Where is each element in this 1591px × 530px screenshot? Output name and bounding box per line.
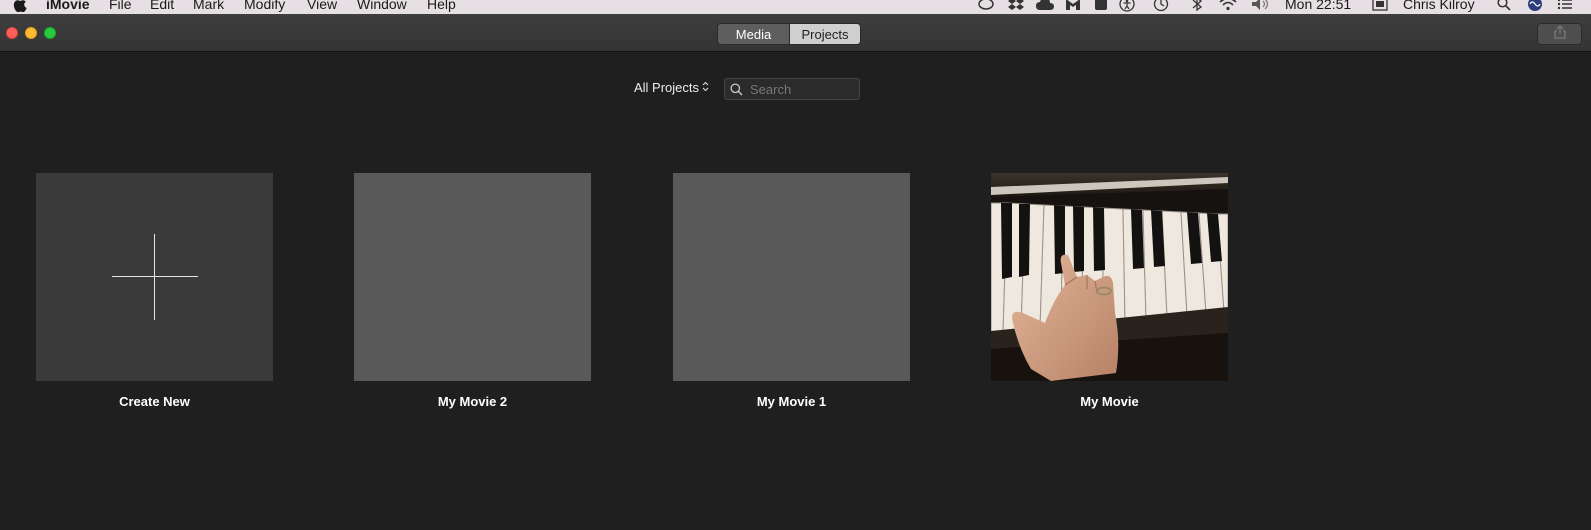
project-thumbnail[interactable] — [354, 173, 591, 381]
search-icon — [730, 81, 746, 97]
project-thumbnail[interactable] — [991, 173, 1228, 381]
piano-video-thumbnail — [991, 173, 1228, 381]
window-minimize-button[interactable] — [25, 27, 37, 39]
siri-icon[interactable] — [1526, 0, 1544, 13]
share-icon — [1553, 24, 1566, 44]
create-new-thumbnail[interactable] — [36, 173, 273, 381]
volume-icon[interactable] — [1251, 0, 1269, 13]
menu-user-name[interactable]: Chris Kilroy — [1403, 0, 1475, 12]
menu-clock[interactable]: Mon 22:51 — [1285, 0, 1351, 12]
share-button[interactable] — [1537, 23, 1582, 45]
search-field[interactable] — [724, 78, 860, 100]
window-zoom-button[interactable] — [44, 27, 56, 39]
window-toolbar: Media Projects — [0, 14, 1591, 52]
menu-mark[interactable]: Mark — [193, 0, 224, 12]
project-filter-label: All Projects — [634, 80, 700, 95]
project-tile-create-new[interactable]: Create New — [36, 173, 273, 409]
notification-center-icon[interactable] — [1556, 0, 1574, 13]
dropbox-icon[interactable] — [1007, 0, 1025, 13]
project-tile-my-movie-2[interactable]: My Movie 2 — [354, 173, 591, 409]
menu-bar: iMovie File Edit Mark Modify View Window… — [0, 0, 1591, 14]
menu-modify[interactable]: Modify — [244, 0, 285, 12]
spotlight-search-icon[interactable] — [1495, 0, 1513, 13]
plus-icon — [112, 276, 198, 277]
menu-help[interactable]: Help — [427, 0, 456, 12]
search-input[interactable] — [750, 81, 858, 97]
project-tile-my-movie[interactable]: My Movie — [991, 173, 1228, 409]
menu-window[interactable]: Window — [357, 0, 407, 12]
menu-edit[interactable]: Edit — [150, 0, 174, 12]
view-segmented-control: Media Projects — [717, 23, 861, 45]
cloud-upload-icon[interactable] — [1036, 0, 1054, 13]
project-label: Create New — [119, 394, 190, 409]
project-tile-my-movie-1[interactable]: My Movie 1 — [673, 173, 910, 409]
menu-view[interactable]: View — [307, 0, 337, 12]
window-close-button[interactable] — [6, 27, 18, 39]
bluetooth-icon[interactable] — [1188, 0, 1206, 13]
apple-menu-icon[interactable] — [12, 0, 28, 14]
malwarebytes-icon[interactable] — [1064, 0, 1082, 13]
project-thumbnail[interactable] — [673, 173, 910, 381]
wifi-icon[interactable] — [1219, 0, 1237, 13]
app-monitor-icon[interactable] — [1092, 0, 1110, 13]
keyboard-input-icon[interactable] — [1371, 0, 1389, 13]
project-label: My Movie 1 — [756, 394, 827, 409]
tab-media[interactable]: Media — [718, 24, 789, 44]
menu-app-name[interactable]: iMovie — [46, 0, 90, 12]
menu-file[interactable]: File — [109, 0, 132, 12]
time-machine-icon[interactable] — [1152, 0, 1170, 13]
creative-cloud-icon[interactable] — [977, 0, 995, 13]
project-label: My Movie 2 — [437, 394, 508, 409]
accessibility-icon[interactable] — [1118, 0, 1136, 13]
project-label: My Movie — [1080, 394, 1139, 409]
project-filter-dropdown[interactable]: All Projects — [634, 80, 709, 95]
tab-projects[interactable]: Projects — [789, 24, 860, 44]
chevron-updown-icon — [702, 80, 709, 95]
